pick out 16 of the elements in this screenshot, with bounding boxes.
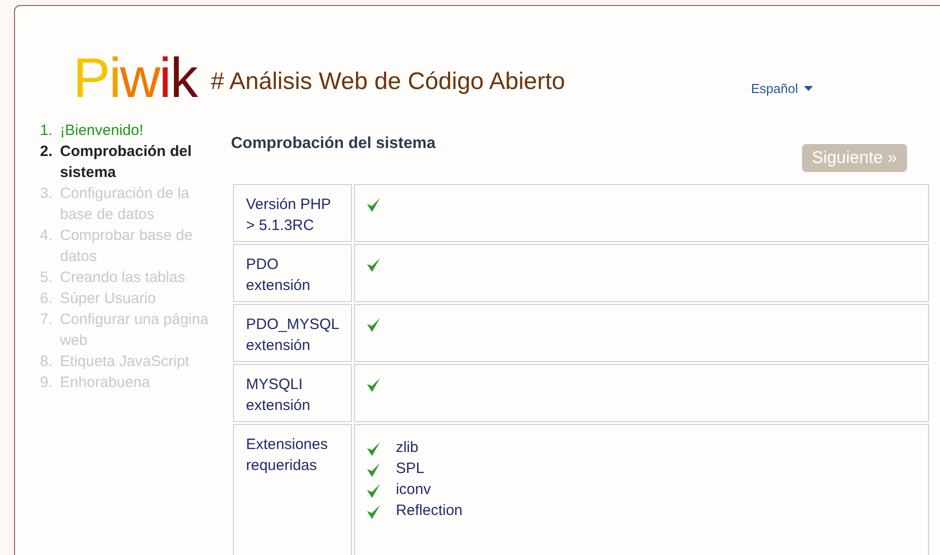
check-label: Versión PHP > 5.1.3RC xyxy=(233,184,352,242)
logo: Piwik xyxy=(73,50,197,106)
check-label: MYSQLI extensión xyxy=(233,364,352,422)
step-item: 2. Comprobación del sistema xyxy=(40,142,193,183)
extension-name: SPL xyxy=(396,459,424,480)
check-label: PDO extensión xyxy=(233,244,352,302)
step-item: 1. ¡Bienvenido! xyxy=(40,121,144,141)
check-label: PDO_MYSQL extensión xyxy=(233,304,352,362)
extension-name: zlib xyxy=(396,438,418,458)
extension-name: Reflection xyxy=(396,501,463,522)
caret-icon xyxy=(804,86,813,91)
extension-name: iconv xyxy=(396,480,431,500)
page-title: # Análisis Web de Código Abierto xyxy=(210,67,566,97)
section-heading: Comprobación del sistema xyxy=(231,134,436,154)
language-dropdown[interactable]: Español xyxy=(751,78,813,98)
check-label: Extensiones requeridas xyxy=(233,424,352,555)
